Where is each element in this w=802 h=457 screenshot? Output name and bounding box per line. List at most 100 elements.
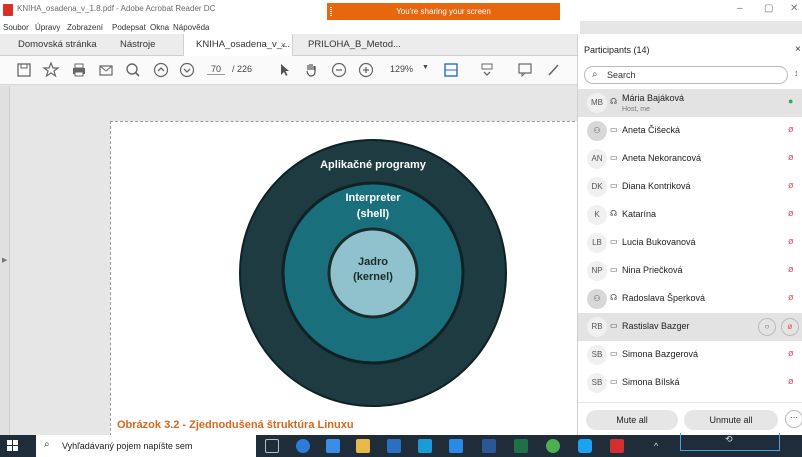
mic-muted-icon[interactable]: ø: [788, 292, 794, 302]
avatar: SB: [587, 345, 607, 365]
mic-muted-icon[interactable]: ø: [788, 264, 794, 274]
mic-active-icon[interactable]: ●: [788, 96, 793, 106]
unmute-all-button[interactable]: Unmute all: [684, 410, 778, 430]
menu-okna[interactable]: Okna: [150, 23, 169, 32]
mic-muted-icon[interactable]: ø: [788, 152, 794, 162]
avatar: NP: [587, 261, 607, 281]
participant-row[interactable]: AN ▭ Aneta Nekorancová ø: [578, 145, 802, 173]
pen-app-icon[interactable]: [449, 439, 463, 453]
screen-share-banner[interactable]: You're sharing your screen: [327, 3, 560, 20]
email-icon[interactable]: [97, 61, 115, 79]
maximize-button[interactable]: ▢: [764, 3, 773, 14]
participant-row[interactable]: RB ▭ Rastislav Bazger ○ ø: [578, 313, 802, 341]
mic-muted-icon[interactable]: ø: [788, 208, 794, 218]
mic-muted-icon[interactable]: ø: [788, 236, 794, 246]
edge-browser-icon[interactable]: [296, 439, 310, 453]
page-number-input[interactable]: 70: [207, 64, 225, 75]
word-icon[interactable]: [482, 439, 496, 453]
zoom-out-icon[interactable]: [330, 61, 348, 79]
window-title: KNIHA_osadena_v_1.8.pdf - Adobe Acrobat …: [17, 4, 216, 13]
expand-pane-icon[interactable]: ▶: [2, 256, 7, 264]
hand-tool-icon[interactable]: [302, 61, 320, 79]
menu-soubor[interactable]: Soubor: [3, 23, 29, 32]
chrome-icon[interactable]: [546, 439, 560, 453]
middle-label-line2: (shell): [357, 208, 390, 220]
print-icon[interactable]: [70, 61, 88, 79]
tab-document-priloha[interactable]: PRILOHA_B_Metod...: [298, 34, 408, 56]
meeting-control-tab[interactable]: ⟲: [680, 433, 780, 451]
pen-icon[interactable]: [545, 61, 563, 79]
participant-row[interactable]: ⚇ ☊ Radoslava Šperková ø: [578, 285, 802, 313]
participant-row[interactable]: SB ▭ Simona Bazgerová ø: [578, 341, 802, 369]
taskbar-search-box[interactable]: ⌕ Vyhľadávaný pojem napíšte sem: [36, 435, 256, 457]
zoom-level[interactable]: 129%: [390, 64, 413, 74]
select-cursor-icon[interactable]: [275, 61, 293, 79]
mic-muted-icon[interactable]: ø: [788, 376, 794, 386]
acrobat-app-icon: [3, 4, 13, 16]
taskbar-search-text: Vyhľadávaný pojem napíšte sem: [62, 441, 193, 451]
mic-muted-icon[interactable]: ø: [788, 180, 794, 190]
tab-home[interactable]: Domovská stránka: [18, 34, 114, 56]
tab-bar: Domovská stránka Nástroje KNIHA_osadena_…: [0, 34, 577, 56]
excel-icon[interactable]: [514, 439, 528, 453]
participant-role: Host, me: [622, 106, 651, 113]
store-icon[interactable]: [387, 439, 401, 453]
desktop-icon: ▭: [610, 153, 618, 162]
mic-muted-icon[interactable]: ø: [788, 124, 794, 134]
chat-bubble-icon[interactable]: ○: [758, 318, 776, 336]
desktop-icon: ▭: [610, 237, 618, 246]
outer-label: Aplikačné programy: [320, 159, 427, 171]
participant-row[interactable]: LB ▭ Lucia Bukovanová ø: [578, 229, 802, 257]
bookmark-star-icon[interactable]: [42, 61, 60, 79]
window-title-bar: KNIHA_osadena_v_1.8.pdf - Adobe Acrobat …: [0, 0, 802, 21]
acrobat-taskbar-icon[interactable]: [610, 439, 624, 453]
search-placeholder: Search: [607, 70, 636, 80]
navigation-pane-strip[interactable]: ▶: [0, 86, 10, 435]
next-page-icon[interactable]: [178, 61, 196, 79]
participant-search-input[interactable]: ⌕ Search: [584, 66, 788, 84]
tab-tools[interactable]: Nástroje: [120, 34, 180, 56]
avatar: RB: [587, 317, 607, 337]
participant-row[interactable]: K ☊ Katarína ø: [578, 201, 802, 229]
task-view-icon[interactable]: [265, 439, 279, 453]
search-icon: ⌕: [592, 69, 598, 80]
inner-label-line2: (kernel): [353, 271, 393, 283]
close-panel-icon[interactable]: ×: [795, 44, 801, 55]
tab-document-kniha[interactable]: KNIHA_osadena_v_... ×: [183, 34, 293, 56]
close-window-button[interactable]: ✕: [790, 3, 798, 14]
participant-row[interactable]: DK ▭ Diana Kontriková ø: [578, 173, 802, 201]
scroll-mode-icon[interactable]: [478, 61, 496, 79]
zoom-dropdown-chevron-icon[interactable]: ▼: [422, 64, 429, 71]
participant-row[interactable]: MB ☊ Mária Bajáková Host, me ●: [578, 89, 802, 117]
mute-all-button[interactable]: Mute all: [586, 410, 678, 430]
close-tab-icon[interactable]: ×: [281, 34, 286, 56]
app-icon[interactable]: [418, 439, 432, 453]
fit-page-icon[interactable]: [442, 61, 460, 79]
sort-icon[interactable]: ↕: [794, 68, 799, 78]
skype-icon[interactable]: [578, 439, 592, 453]
comment-icon[interactable]: [516, 61, 534, 79]
more-options-button[interactable]: ···: [785, 410, 802, 428]
save-icon[interactable]: [15, 61, 33, 79]
menu-napoveda[interactable]: Nápověda: [173, 23, 209, 32]
file-explorer-icon[interactable]: [356, 439, 370, 453]
menu-zobrazeni[interactable]: Zobrazení: [67, 23, 103, 32]
participant-row[interactable]: ⚇ ▭ Aneta Čišecká ø: [578, 117, 802, 145]
participant-name: Aneta Čišecká: [622, 125, 681, 135]
mic-muted-icon[interactable]: ø: [781, 318, 799, 336]
search-icon[interactable]: [124, 61, 142, 79]
participant-row[interactable]: NP ▭ Nina Priečková ø: [578, 257, 802, 285]
menu-podepsat[interactable]: Podepsat: [112, 23, 146, 32]
previous-page-icon[interactable]: [152, 61, 170, 79]
headset-icon: ☊: [610, 97, 618, 106]
mail-icon[interactable]: [326, 439, 340, 453]
windows-start-icon[interactable]: [7, 440, 19, 452]
mic-muted-icon[interactable]: ø: [788, 348, 794, 358]
minimize-button[interactable]: –: [737, 3, 743, 14]
zoom-in-icon[interactable]: [357, 61, 375, 79]
drag-grip-icon[interactable]: [330, 7, 332, 16]
menu-upravy[interactable]: Úpravy: [35, 23, 60, 32]
participant-row[interactable]: SB ▭ Simona Bílská ø: [578, 369, 802, 397]
tray-caret-icon[interactable]: ^: [654, 441, 658, 451]
screen-share-text: You're sharing your screen: [396, 7, 491, 16]
